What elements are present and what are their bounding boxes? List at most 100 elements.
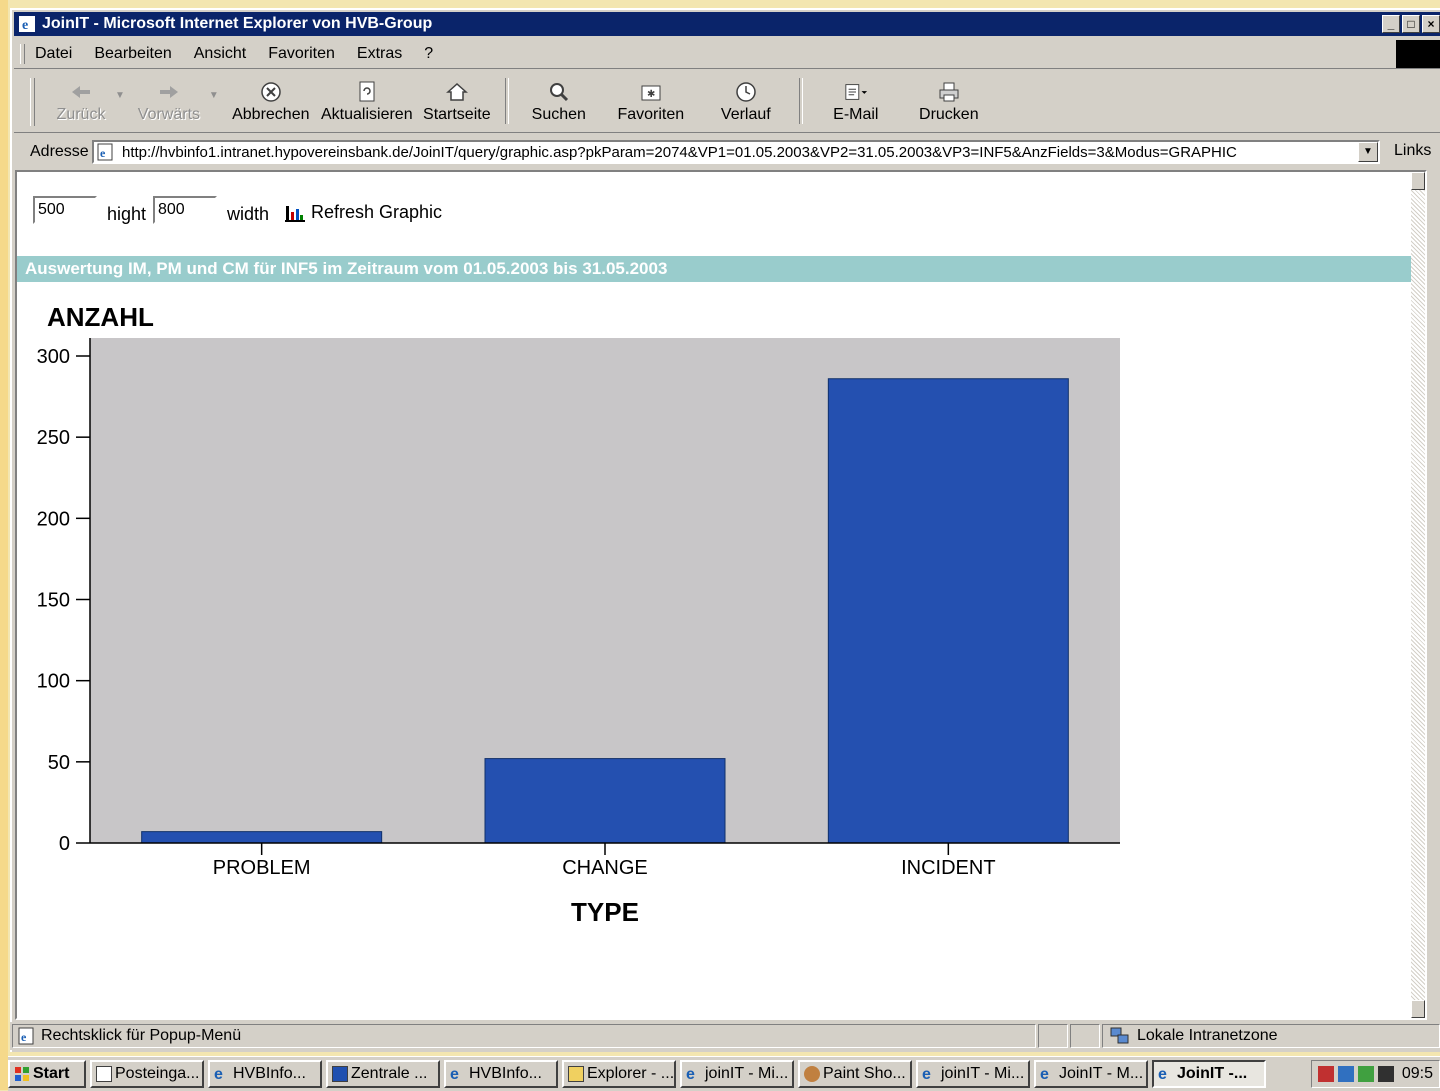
menu-bearbeiten[interactable]: Bearbeiten: [94, 45, 171, 63]
ie-icon: e: [214, 1066, 223, 1083]
height-label: hight: [107, 204, 147, 224]
windows-logo: [1396, 40, 1440, 68]
task-label: JoinIT -...: [1177, 1065, 1248, 1082]
task-joinit-1[interactable]: e joinIT - Mi...: [680, 1060, 794, 1088]
height-input[interactable]: [33, 196, 97, 224]
paint-icon: [804, 1066, 820, 1082]
task-label: HVBInfo...: [469, 1065, 542, 1082]
task-label: joinIT - Mi...: [941, 1065, 1025, 1082]
x-tick-label: PROBLEM: [213, 857, 311, 879]
address-field[interactable]: e http://hvbinfo1.intranet.hypovereinsba…: [92, 140, 1380, 164]
ie-icon: e: [1158, 1066, 1167, 1083]
ie-icon: e: [686, 1066, 695, 1083]
task-joinit-3[interactable]: e JoinIT - M...: [1034, 1060, 1148, 1088]
task-hvbinfo-2[interactable]: e HVBInfo...: [444, 1060, 558, 1088]
scroll-down-button[interactable]: [1411, 1000, 1425, 1018]
menu-extras[interactable]: Extras: [357, 45, 402, 63]
home-button[interactable]: Startseite: [417, 72, 497, 124]
ie-icon: e: [19, 16, 35, 33]
tray-network-icon[interactable]: [1337, 1066, 1354, 1082]
zone-text: Lokale Intranetzone: [1137, 1027, 1278, 1044]
favorites-icon: ✱: [639, 80, 663, 104]
task-explorer[interactable]: Explorer - ...: [562, 1060, 676, 1088]
toolbar-grip[interactable]: [30, 78, 35, 126]
address-dropdown-icon[interactable]: ▼: [1358, 142, 1378, 162]
close-button[interactable]: ×: [1422, 15, 1440, 33]
status-text-pane: e Rechtsklick für Popup-Menü: [12, 1024, 1036, 1048]
task-label: joinIT - Mi...: [705, 1065, 789, 1082]
task-joinit-2[interactable]: e joinIT - Mi...: [916, 1060, 1030, 1088]
x-axis-title: TYPE: [571, 897, 639, 927]
svg-text:✱: ✱: [647, 89, 655, 100]
mail-button[interactable]: E-Mail: [811, 72, 901, 124]
y-axis: 0 50 100 150 200 250 300: [37, 338, 91, 855]
task-zentrale[interactable]: Zentrale ...: [326, 1060, 440, 1088]
refresh-graphic-label: Refresh Graphic: [311, 202, 443, 222]
task-paintshop[interactable]: Paint Sho...: [798, 1060, 912, 1088]
page-content: hight width Refresh Graphic Auswertung I…: [15, 170, 1427, 1020]
clock[interactable]: 09:5: [1402, 1065, 1433, 1083]
scroll-up-button[interactable]: [1411, 172, 1425, 190]
menu-datei[interactable]: Datei: [35, 45, 72, 63]
menu-bar: Datei Bearbeiten Ansicht Favoriten Extra…: [14, 40, 1440, 69]
refresh-page-icon: [355, 80, 379, 104]
y-tick-label: 150: [37, 590, 70, 612]
menu-favoriten[interactable]: Favoriten: [268, 45, 335, 63]
bar-change: [484, 758, 726, 844]
search-icon: [547, 80, 571, 104]
history-label: Verlauf: [720, 106, 771, 123]
forward-dropdown-icon[interactable]: ▼: [209, 90, 219, 101]
task-label: Posteinga...: [115, 1065, 200, 1082]
windows-taskbar: Start Posteinga... e HVBInfo... Zentrale …: [8, 1056, 1440, 1091]
search-button[interactable]: Suchen: [517, 72, 601, 124]
x-axis: PROBLEM CHANGE INCIDENT: [90, 842, 1120, 879]
search-label: Suchen: [531, 106, 586, 123]
standard-toolbar: Zurück ▼ Vorwärts ▼ Abbrechen Aktualisie…: [14, 72, 1440, 133]
history-button[interactable]: Verlauf: [701, 72, 791, 124]
favorites-button[interactable]: ✱ Favoriten: [601, 72, 701, 124]
menu-help[interactable]: ?: [424, 45, 433, 63]
svg-text:e: e: [21, 1030, 27, 1044]
menubar-grip[interactable]: [20, 44, 25, 64]
task-outlook[interactable]: Posteinga...: [90, 1060, 204, 1088]
system-tray: 09:5: [1310, 1060, 1440, 1088]
links-button[interactable]: Links: [1394, 142, 1431, 160]
forward-button[interactable]: Vorwärts: [131, 72, 207, 124]
start-button[interactable]: Start: [8, 1060, 86, 1088]
stop-label: Abbrechen: [232, 106, 310, 123]
refresh-graphic-link[interactable]: Refresh Graphic: [285, 202, 442, 223]
address-url: http://hvbinfo1.intranet.hypovereinsbank…: [122, 143, 1237, 161]
title-bar[interactable]: e JoinIT - Microsoft Internet Explorer v…: [14, 12, 1440, 36]
task-hvbinfo-1[interactable]: e HVBInfo...: [208, 1060, 322, 1088]
windows-flag-icon: [15, 1067, 29, 1081]
task-joinit-active[interactable]: e JoinIT -...: [1152, 1060, 1266, 1088]
tray-display-icon[interactable]: [1377, 1066, 1394, 1082]
print-button[interactable]: Drucken: [901, 72, 997, 124]
menu-ansicht[interactable]: Ansicht: [194, 45, 246, 63]
stop-icon: [259, 80, 283, 104]
maximize-button[interactable]: □: [1402, 15, 1420, 33]
back-arrow-icon: [69, 80, 93, 104]
mail-icon: [96, 1066, 112, 1082]
back-button[interactable]: Zurück: [49, 72, 113, 124]
toolbar-separator: [798, 78, 803, 124]
history-icon: [734, 80, 758, 104]
y-tick-label: 50: [48, 752, 70, 774]
task-label: Explorer - ...: [587, 1065, 675, 1082]
bar-incident: [827, 378, 1069, 844]
home-icon: [445, 80, 469, 104]
stop-button[interactable]: Abbrechen: [225, 72, 317, 124]
y-tick-label: 300: [37, 346, 70, 368]
chart-title: ANZAHL: [47, 302, 154, 332]
back-dropdown-icon[interactable]: ▼: [115, 90, 125, 101]
refresh-button[interactable]: Aktualisieren: [317, 72, 417, 124]
vertical-scrollbar[interactable]: [1411, 172, 1425, 1018]
page-status-icon: e: [18, 1027, 34, 1045]
tray-antivirus-icon[interactable]: [1317, 1066, 1334, 1082]
back-label: Zurück: [56, 106, 106, 123]
printer-icon: [937, 80, 961, 104]
width-input[interactable]: [153, 196, 217, 224]
tray-app-icon[interactable]: [1357, 1066, 1374, 1082]
minimize-button[interactable]: _: [1382, 15, 1400, 33]
status-pane-empty: [1038, 1024, 1068, 1048]
